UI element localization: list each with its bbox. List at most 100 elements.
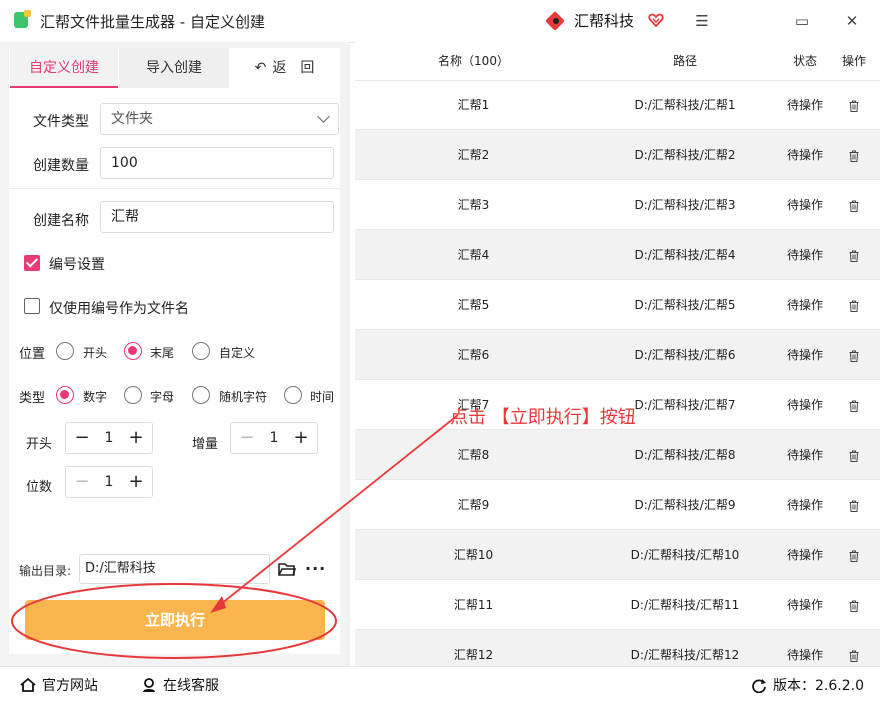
minus-icon[interactable]: − [68, 423, 96, 453]
table-row[interactable]: 汇帮11 D:/汇帮科技/汇帮11 待操作 [355, 580, 880, 630]
digits-value[interactable]: 1 [96, 467, 122, 497]
more-options-icon[interactable]: ··· [305, 559, 326, 578]
trash-icon[interactable] [849, 300, 859, 312]
row-status: 待操作 [786, 398, 823, 412]
increment-stepper[interactable]: − 1 + [230, 422, 318, 454]
trash-icon[interactable] [849, 450, 859, 462]
output-path-input[interactable]: D:/汇帮科技 [79, 554, 270, 584]
trash-icon[interactable] [849, 350, 859, 362]
trash-icon[interactable] [849, 200, 859, 212]
menu-button[interactable]: ☰ [688, 8, 716, 34]
row-name: 汇帮9 [457, 498, 490, 512]
trash-icon[interactable] [849, 150, 859, 162]
table-row[interactable]: 汇帮3 D:/汇帮科技/汇帮3 待操作 [355, 180, 880, 230]
file-type-value: 文件夹 [111, 111, 153, 127]
row-actions [841, 480, 867, 530]
row-actions [841, 180, 867, 230]
website-label: 官方网站 [42, 678, 98, 694]
row-name: 汇帮11 [453, 598, 494, 612]
heart-icon[interactable] [648, 12, 664, 28]
name-label: 创建名称 [33, 213, 89, 229]
start-value[interactable]: 1 [96, 423, 122, 453]
table-row[interactable]: 汇帮9 D:/汇帮科技/汇帮9 待操作 [355, 480, 880, 530]
row-status: 待操作 [786, 448, 823, 462]
table-row[interactable]: 汇帮6 D:/汇帮科技/汇帮6 待操作 [355, 330, 880, 380]
row-name: 汇帮6 [457, 348, 490, 362]
folder-icon[interactable] [278, 561, 296, 577]
start-stepper[interactable]: − 1 + [65, 422, 153, 454]
type-radio-time[interactable] [284, 386, 302, 404]
website-link[interactable]: 官方网站 [20, 675, 98, 695]
row-status: 待操作 [786, 348, 823, 362]
row-actions [841, 530, 867, 580]
maximize-button[interactable]: ▭ [788, 8, 816, 34]
status-bar: 官方网站 在线客服 版本：2.6.2.0 [0, 666, 880, 701]
row-name: 汇帮10 [453, 548, 494, 562]
digits-stepper[interactable]: − 1 + [65, 466, 153, 498]
start-label: 开头 [26, 437, 53, 452]
table-row[interactable]: 汇帮2 D:/汇帮科技/汇帮2 待操作 [355, 130, 880, 180]
row-status: 待操作 [786, 248, 823, 262]
row-name: 汇帮4 [457, 248, 490, 262]
type-option-random: 随机字符 [219, 390, 268, 404]
brand-name: 汇帮科技 [574, 12, 635, 30]
type-radio-number[interactable] [56, 386, 74, 404]
trash-icon[interactable] [849, 100, 859, 112]
trash-icon[interactable] [849, 650, 859, 662]
position-option-end: 末尾 [150, 346, 175, 360]
support-link[interactable]: 在线客服 [141, 675, 219, 695]
table-row[interactable]: 汇帮4 D:/汇帮科技/汇帮4 待操作 [355, 230, 880, 280]
trash-icon[interactable] [849, 600, 859, 612]
digits-label: 位数 [26, 480, 53, 495]
back-button[interactable]: ↶ 返 回 [229, 48, 340, 88]
plus-icon[interactable]: + [122, 467, 150, 497]
minus-icon[interactable]: − [68, 467, 96, 497]
support-agent-icon [143, 678, 155, 692]
tab-import-create[interactable]: 导入创建 [119, 48, 229, 88]
brand-logo-icon [546, 11, 566, 31]
position-radio-start[interactable] [56, 342, 74, 360]
row-status: 待操作 [786, 198, 823, 212]
home-icon [20, 677, 36, 692]
position-option-start: 开头 [83, 346, 108, 360]
table-row[interactable]: 汇帮5 D:/汇帮科技/汇帮5 待操作 [355, 280, 880, 330]
row-name: 汇帮12 [453, 648, 494, 662]
settings-card: 自定义创建 导入创建 ↶ 返 回 文件类型 文件夹 创建数量 100 创建名称 汇… [9, 48, 340, 654]
table-row[interactable]: 汇帮12 D:/汇帮科技/汇帮12 待操作 [355, 630, 880, 666]
trash-icon[interactable] [849, 500, 859, 512]
table-header: 名称（100） 路径 状态 操作 [355, 42, 880, 81]
table-row[interactable]: 汇帮10 D:/汇帮科技/汇帮10 待操作 [355, 530, 880, 580]
numbering-checkbox[interactable] [24, 255, 40, 271]
tab-custom-create[interactable]: 自定义创建 [10, 48, 118, 88]
file-list-table: 名称（100） 路径 状态 操作 汇帮1 D:/汇帮科技/汇帮1 待操作 汇帮2 D:/… [355, 42, 880, 666]
table-row[interactable]: 汇帮8 D:/汇帮科技/汇帮8 待操作 [355, 430, 880, 480]
row-actions [841, 230, 867, 280]
close-button[interactable]: ✕ [838, 8, 866, 34]
table-row[interactable]: 汇帮1 D:/汇帮科技/汇帮1 待操作 [355, 80, 880, 130]
name-input[interactable]: 汇帮 [100, 201, 334, 233]
version-info[interactable]: 版本：2.6.2.0 [751, 675, 864, 695]
count-label: 创建数量 [33, 158, 89, 174]
row-name: 汇帮5 [457, 298, 490, 312]
count-input[interactable]: 100 [100, 147, 334, 179]
type-radio-random[interactable] [192, 386, 210, 404]
row-actions [841, 80, 867, 130]
plus-icon[interactable]: + [122, 423, 150, 453]
row-actions [841, 330, 867, 380]
position-radio-end[interactable] [124, 342, 142, 360]
only-number-checkbox[interactable] [24, 298, 40, 314]
trash-icon[interactable] [849, 250, 859, 262]
minus-icon[interactable]: − [233, 423, 261, 453]
trash-icon[interactable] [849, 400, 859, 412]
column-header-name: 名称（100） [438, 54, 509, 68]
position-radio-custom[interactable] [192, 342, 210, 360]
column-header-op: 操作 [841, 54, 866, 68]
increment-value[interactable]: 1 [261, 423, 287, 453]
plus-icon[interactable]: + [287, 423, 315, 453]
output-label: 输出目录: [19, 564, 72, 578]
execute-button[interactable]: 立即执行 [25, 600, 325, 640]
annotation-text: 点击 【立即执行】按钮 [450, 407, 636, 428]
trash-icon[interactable] [849, 550, 859, 562]
file-type-select[interactable]: 文件夹 [100, 103, 339, 135]
type-radio-letter[interactable] [124, 386, 142, 404]
